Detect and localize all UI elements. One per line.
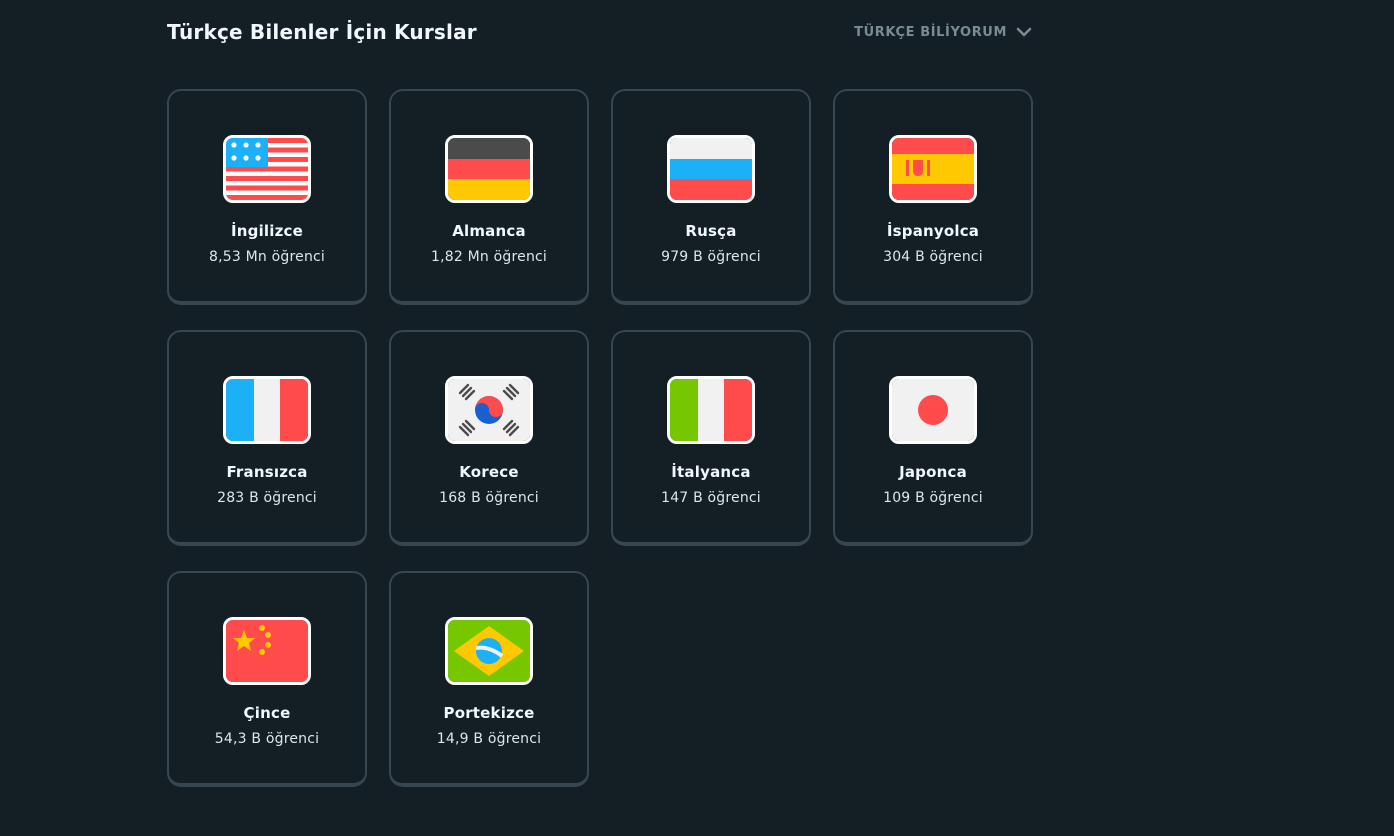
learner-count: 147 B öğrenci [661,490,761,506]
learner-count: 304 B öğrenci [883,249,983,265]
course-grid: İngilizce 8,53 Mn öğrenci Almanca 1,82 M… [167,89,1033,787]
chevron-down-icon [1016,27,1032,37]
course-card-french[interactable]: Fransızca 283 B öğrenci [167,330,367,546]
course-card-russian[interactable]: Rusça 979 B öğrenci [611,89,811,305]
russia-flag-icon [667,135,755,203]
italy-flag-icon [667,376,755,444]
learner-count: 979 B öğrenci [661,249,761,265]
learner-count: 1,82 Mn öğrenci [431,249,547,265]
learner-count: 14,9 B öğrenci [436,731,542,747]
learner-count: 54,3 B öğrenci [214,731,320,747]
learner-count: 109 B öğrenci [883,490,983,506]
course-card-chinese[interactable]: Çince 54,3 B öğrenci [167,571,367,787]
course-name: Rusça [685,222,737,240]
course-name: Fransızca [226,463,308,481]
learner-count: 283 B öğrenci [217,490,317,506]
course-name: Portekizce [443,704,535,722]
us-flag-icon [223,135,311,203]
china-flag-icon [223,617,311,685]
korea-flag-icon [445,376,533,444]
course-name: İtalyanca [671,463,751,481]
germany-flag-icon [445,135,533,203]
learner-count: 8,53 Mn öğrenci [209,249,325,265]
page-title: Türkçe Bilenler İçin Kurslar [167,20,477,44]
course-card-spanish[interactable]: İspanyolca 304 B öğrenci [833,89,1033,305]
course-name: Japonca [899,463,967,481]
japan-flag-icon [889,376,977,444]
course-name: Almanca [452,222,526,240]
language-select[interactable]: TÜRKÇE BİLİYORUM [854,23,1033,41]
section-header: Türkçe Bilenler İçin Kurslar TÜRKÇE BİLİ… [167,14,1033,50]
course-card-english[interactable]: İngilizce 8,53 Mn öğrenci [167,89,367,305]
course-name: İngilizce [230,222,304,240]
course-card-japanese[interactable]: Japonca 109 B öğrenci [833,330,1033,546]
france-flag-icon [223,376,311,444]
course-name: Çince [243,704,291,722]
brazil-flag-icon [445,617,533,685]
spain-flag-icon [889,135,977,203]
course-name: İspanyolca [886,222,980,240]
course-card-portuguese[interactable]: Portekizce 14,9 B öğrenci [389,571,589,787]
course-card-korean[interactable]: Korece 168 B öğrenci [389,330,589,546]
learner-count: 168 B öğrenci [439,490,539,506]
language-select-label: TÜRKÇE BİLİYORUM [854,24,1007,40]
course-card-german[interactable]: Almanca 1,82 Mn öğrenci [389,89,589,305]
course-name: Korece [459,463,519,481]
course-card-italian[interactable]: İtalyanca 147 B öğrenci [611,330,811,546]
